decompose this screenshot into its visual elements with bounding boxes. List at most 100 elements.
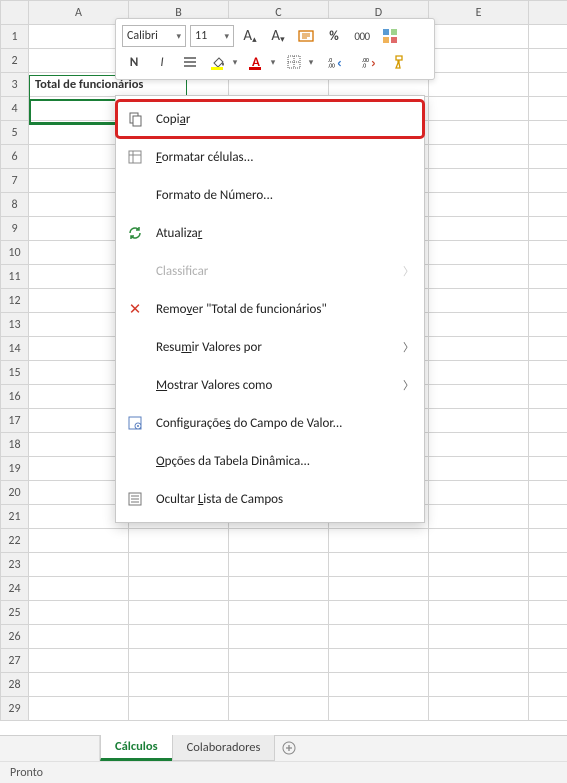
font-name-select[interactable]: Calibri ▾ [122,25,186,47]
select-all-corner[interactable] [1,1,29,25]
ctx-remove-label: Remover "Total de funcionários" [156,302,414,317]
row-header-22[interactable]: 22 [1,529,29,553]
row-header-28[interactable]: 28 [1,673,29,697]
row-header-21[interactable]: 21 [1,505,29,529]
row-header-29[interactable]: 29 [1,697,29,721]
comma-format-icon[interactable]: 000 [350,25,374,47]
row-header-26[interactable]: 26 [1,625,29,649]
ctx-hide-fields[interactable]: Ocultar Lista de Campos [116,480,424,518]
row-header-1[interactable]: 1 [1,25,29,49]
remove-x-icon: ✕ [124,298,146,320]
decrease-decimal-icon[interactable]: .00.0 [354,51,384,73]
chevron-down-icon[interactable]: ▾ [306,51,316,73]
ctx-pt-options-label: Opções da Tabela Dinâmica... [156,454,414,469]
font-color-button[interactable]: A ▾ [244,51,278,73]
ctx-refresh-label: Atualizar [156,226,414,241]
refresh-icon [124,222,146,244]
row-header-9[interactable]: 9 [1,217,29,241]
ctx-refresh[interactable]: Atualizar [116,214,424,252]
column-header-F[interactable]: F [529,1,567,25]
ctx-format-cells[interactable]: Formatar células... [116,138,424,176]
accounting-format-icon[interactable] [294,25,318,47]
column-header-E[interactable]: E [429,1,529,25]
chevron-right-icon: 〉 [403,263,414,279]
row-header-25[interactable]: 25 [1,601,29,625]
row-header-18[interactable]: 18 [1,433,29,457]
row-header-5[interactable]: 5 [1,121,29,145]
row-header-10[interactable]: 10 [1,241,29,265]
row-header-11[interactable]: 11 [1,265,29,289]
row-header-7[interactable]: 7 [1,169,29,193]
row-header-8[interactable]: 8 [1,193,29,217]
cell-A4[interactable] [29,97,129,121]
decrease-font-icon[interactable]: A▾ [266,25,290,47]
conditional-format-icon[interactable] [378,25,402,47]
row-header-3[interactable]: 3 [1,73,29,97]
context-menu: Copiar Formatar células... Formato de Nú… [115,95,425,523]
ctx-number-format[interactable]: Formato de Número... [116,176,424,214]
increase-decimal-icon[interactable]: .0.00 [320,51,350,73]
chevron-right-icon: 〉 [403,339,414,355]
chevron-right-icon: 〉 [403,377,414,393]
ctx-show-as[interactable]: Mostrar Valores como 〉 [116,366,424,404]
format-cells-icon [124,146,146,168]
italic-button[interactable]: I [150,51,174,73]
row-header-20[interactable]: 20 [1,481,29,505]
increase-font-icon[interactable]: A▴ [238,25,262,47]
tab-nav-area[interactable] [0,736,100,761]
spacer-icon [124,336,146,358]
ctx-format-cells-label: Formatar células... [156,150,414,165]
font-size-select[interactable]: 11 ▾ [190,25,234,47]
chevron-down-icon[interactable]: ▾ [268,51,278,73]
ctx-sort: Classificar 〉 [116,252,424,290]
sheet-tab-colaboradores[interactable]: Colaboradores [172,735,276,761]
ctx-sort-label: Classificar [156,264,393,279]
new-sheet-button[interactable] [274,735,304,761]
row-header-14[interactable]: 14 [1,337,29,361]
svg-text:.00: .00 [328,63,335,70]
row-header-23[interactable]: 23 [1,553,29,577]
ctx-number-format-label: Formato de Número... [156,188,414,203]
font-name-value: Calibri [127,29,158,43]
row-header-15[interactable]: 15 [1,361,29,385]
row-header-6[interactable]: 6 [1,145,29,169]
ctx-hide-fields-label: Ocultar Lista de Campos [156,492,414,507]
spacer-icon [124,260,146,282]
mini-toolbar: Calibri ▾ 11 ▾ A▴ A▾ % 000 N I ▾ [115,18,435,80]
cell[interactable] [29,25,129,49]
status-text: Pronto [10,766,43,780]
chevron-down-icon[interactable]: ▾ [230,51,240,73]
row-header-17[interactable]: 17 [1,409,29,433]
borders-button[interactable]: ▾ [282,51,316,73]
chevron-down-icon: ▾ [176,31,181,42]
row-header-16[interactable]: 16 [1,385,29,409]
spacer-icon [124,374,146,396]
sheet-tab-strip: Cálculos Colaboradores [0,735,567,761]
ctx-copy-label: Copiar [156,112,414,127]
spacer-icon [124,450,146,472]
percent-format-icon[interactable]: % [322,25,346,47]
ctx-copy[interactable]: Copiar [116,100,424,138]
bold-button[interactable]: N [122,51,146,73]
row-header-12[interactable]: 12 [1,289,29,313]
ctx-remove[interactable]: ✕ Remover "Total de funcionários" [116,290,424,328]
ctx-field-settings[interactable]: Configurações do Campo de Valor... [116,404,424,442]
row-header-24[interactable]: 24 [1,577,29,601]
chevron-down-icon: ▾ [224,31,229,42]
sheet-tab-calculos[interactable]: Cálculos [100,735,173,761]
fill-color-button[interactable]: ▾ [206,51,240,73]
field-list-icon [124,488,146,510]
align-icon[interactable] [178,51,202,73]
ctx-field-settings-label: Configurações do Campo de Valor... [156,416,414,431]
status-bar: Pronto [0,761,567,783]
row-header-4[interactable]: 4 [1,97,29,121]
row-header-27[interactable]: 27 [1,649,29,673]
font-size-value: 11 [195,29,207,43]
format-painter-icon[interactable] [388,51,412,73]
column-header-A[interactable]: A [29,1,129,25]
ctx-summarize[interactable]: Resumir Valores por 〉 [116,328,424,366]
ctx-pt-options[interactable]: Opções da Tabela Dinâmica... [116,442,424,480]
row-header-19[interactable]: 19 [1,457,29,481]
row-header-2[interactable]: 2 [1,49,29,73]
row-header-13[interactable]: 13 [1,313,29,337]
